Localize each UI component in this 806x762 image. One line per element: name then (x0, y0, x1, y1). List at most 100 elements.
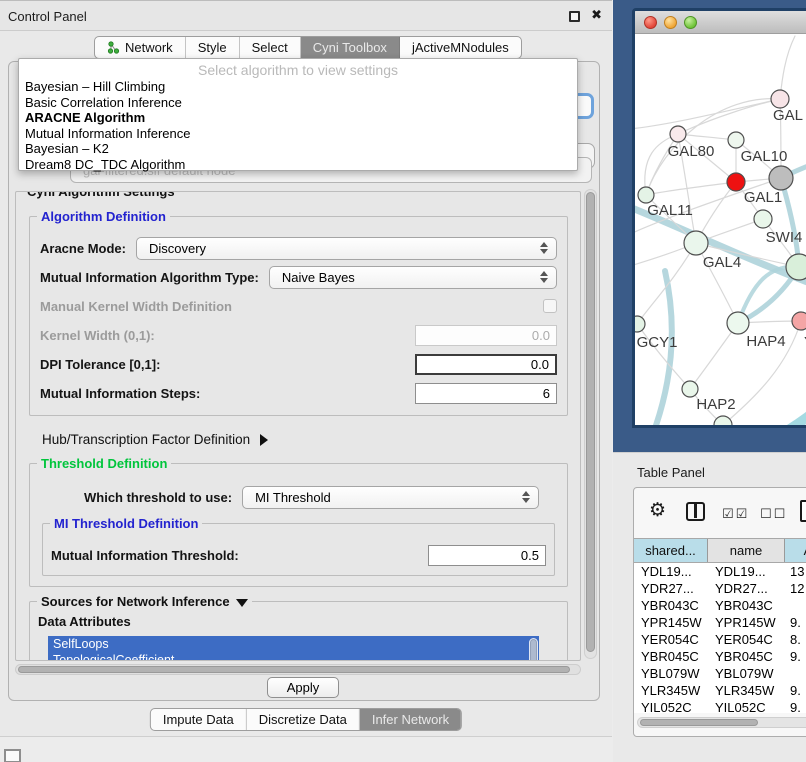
which-threshold-combobox[interactable]: MI Threshold (242, 486, 539, 509)
minimize-traffic-light-icon[interactable] (664, 16, 677, 29)
table-cell[interactable]: YPR145W (708, 614, 785, 631)
tab-select[interactable]: Select (240, 37, 301, 58)
close-icon[interactable]: ✖ (591, 7, 602, 23)
table-row[interactable]: YPR145WYPR145W9. (634, 614, 806, 631)
column-header-shared-name[interactable]: shared... (634, 539, 708, 562)
gear-icon[interactable]: ⚙ (649, 501, 666, 520)
network-window-titlebar[interactable] (635, 11, 806, 34)
network-node-gcy1[interactable] (635, 316, 645, 332)
mi-threshold-field[interactable] (428, 545, 546, 566)
table-cell[interactable]: YLR345W (708, 682, 785, 699)
network-node-hap4[interactable] (727, 312, 749, 334)
table-row[interactable]: YIL052CYIL052C9. (634, 699, 806, 713)
tab-discretize-data[interactable]: Discretize Data (247, 709, 360, 730)
aracne-mode-combobox[interactable]: Discovery (136, 237, 557, 260)
algorithm-option[interactable]: Bayesian – K2 (19, 141, 577, 157)
algorithm-option[interactable]: Dream8 DC_TDC Algorithm (19, 157, 577, 173)
network-view-window[interactable]: GALGAL80GAL10GAL1GAL11SWI4GAL4GCY1HAP4YH… (632, 8, 806, 428)
table-cell[interactable] (785, 665, 806, 682)
network-node-big-green[interactable] (786, 254, 806, 280)
kernel-width-field[interactable] (415, 325, 557, 346)
column-header-name[interactable]: name (708, 539, 785, 562)
table-cell[interactable]: YER054C (634, 631, 708, 648)
data-attribute-item[interactable]: SelfLoops (48, 636, 539, 652)
table-cell[interactable]: YBL079W (634, 665, 708, 682)
table-cell[interactable]: YBL079W (708, 665, 785, 682)
network-canvas[interactable]: GALGAL80GAL10GAL1GAL11SWI4GAL4GCY1HAP4YH… (635, 34, 806, 428)
network-node-hap2[interactable] (682, 381, 698, 397)
data-attribute-item[interactable]: TopologicalCoefficient (48, 652, 539, 661)
settings-vertical-scrollbar[interactable] (584, 189, 597, 659)
tab-impute-data[interactable]: Impute Data (151, 709, 247, 730)
table-cell[interactable]: 9. (785, 614, 806, 631)
settings-horizontal-scrollbar[interactable] (15, 664, 581, 675)
table-cell[interactable]: 12 (785, 580, 806, 597)
table-cell[interactable]: YBR045C (634, 648, 708, 665)
table-row[interactable]: YDL19...YDL19...13 (634, 563, 806, 580)
network-node-swi4[interactable] (754, 210, 772, 228)
data-attributes-list[interactable]: SelfLoopsTopologicalCoefficientBetweenne… (48, 636, 539, 661)
table-cell[interactable]: 9. (785, 682, 806, 699)
algorithm-option[interactable]: ARACNE Algorithm (19, 110, 577, 126)
algorithm-option[interactable]: Bayesian – Hill Climbing (19, 79, 577, 95)
apply-button[interactable]: Apply (267, 677, 339, 698)
column-header-partial[interactable]: A (785, 539, 806, 562)
algorithm-option[interactable]: Mutual Information Inference (19, 126, 577, 142)
manual-kernel-width-checkbox[interactable] (543, 299, 557, 313)
network-node-y-node[interactable] (792, 312, 806, 330)
table-row[interactable]: YDR27...YDR27...12 (634, 580, 806, 597)
table-cell[interactable]: YDR27... (634, 580, 708, 597)
network-node-gray-node[interactable] (769, 166, 793, 190)
tab-style[interactable]: Style (186, 37, 240, 58)
mi-steps-field[interactable] (415, 383, 557, 404)
table-cell[interactable]: YBR045C (708, 648, 785, 665)
tab-infer-network[interactable]: Infer Network (360, 709, 461, 730)
tab-network[interactable]: Network (95, 37, 186, 58)
network-node-gal4[interactable] (684, 231, 708, 255)
table-row[interactable]: YER054CYER054C8. (634, 631, 806, 648)
sources-legend[interactable]: Sources for Network Inference (37, 594, 252, 609)
table-row[interactable]: YBL079WYBL079W (634, 665, 806, 682)
table-cell[interactable]: YLR345W (634, 682, 708, 699)
table-row[interactable]: YLR345WYLR345W9. (634, 682, 806, 699)
float-window-icon[interactable] (569, 11, 580, 22)
docked-panel-icon[interactable] (4, 749, 21, 762)
network-node-gal80[interactable] (670, 126, 686, 142)
table-cell[interactable]: YIL052C (708, 699, 785, 713)
checked-boxes-icon[interactable]: ☑☑ (722, 506, 749, 522)
network-node-gal10[interactable] (728, 132, 744, 148)
table-horizontal-scrollbar[interactable] (637, 717, 806, 728)
table-cell[interactable]: YER054C (708, 631, 785, 648)
table-cell[interactable]: YDL19... (634, 563, 708, 580)
table-row[interactable]: YBR043CYBR043C (634, 597, 806, 614)
table-cell[interactable]: 8. (785, 631, 806, 648)
dpi-tolerance-field[interactable] (415, 354, 557, 375)
table-body[interactable]: YDL19...YDL19...13YDR27...YDR27...12YBR0… (634, 563, 806, 713)
network-node-gal-top[interactable] (771, 90, 789, 108)
table-cell[interactable]: YIL052C (634, 699, 708, 713)
tab-cyni-toolbox[interactable]: Cyni Toolbox (301, 37, 400, 58)
table-cell[interactable]: YDR27... (708, 580, 785, 597)
table-cell[interactable]: YDL19... (708, 563, 785, 580)
list-scrollbar[interactable] (529, 638, 538, 661)
table-cell[interactable]: 13 (785, 563, 806, 580)
close-traffic-light-icon[interactable] (644, 16, 657, 29)
unchecked-boxes-icon[interactable]: ☐☐ (760, 506, 787, 522)
table-cell[interactable]: 9. (785, 648, 806, 665)
zoom-traffic-light-icon[interactable] (684, 16, 697, 29)
tab-jactivemnodules[interactable]: jActiveMNodules (400, 37, 521, 58)
network-node-bottom-green[interactable] (714, 416, 732, 428)
table-row[interactable]: YBR045CYBR045C9. (634, 648, 806, 665)
hub-definition-expander[interactable]: Hub/Transcription Factor Definition (42, 432, 580, 447)
split-pane-icon[interactable] (686, 502, 705, 521)
network-node-gal1[interactable] (727, 173, 745, 191)
table-cell[interactable]: YBR043C (634, 597, 708, 614)
table-cell[interactable]: 9. (785, 699, 806, 713)
document-icon[interactable] (800, 500, 806, 522)
table-cell[interactable]: YBR043C (708, 597, 785, 614)
mi-algorithm-type-combobox[interactable]: Naive Bayes (269, 266, 557, 289)
table-cell[interactable]: YPR145W (634, 614, 708, 631)
table-cell[interactable] (785, 597, 806, 614)
algorithm-option[interactable]: Basic Correlation Inference (19, 95, 577, 111)
network-node-gal11[interactable] (638, 187, 654, 203)
